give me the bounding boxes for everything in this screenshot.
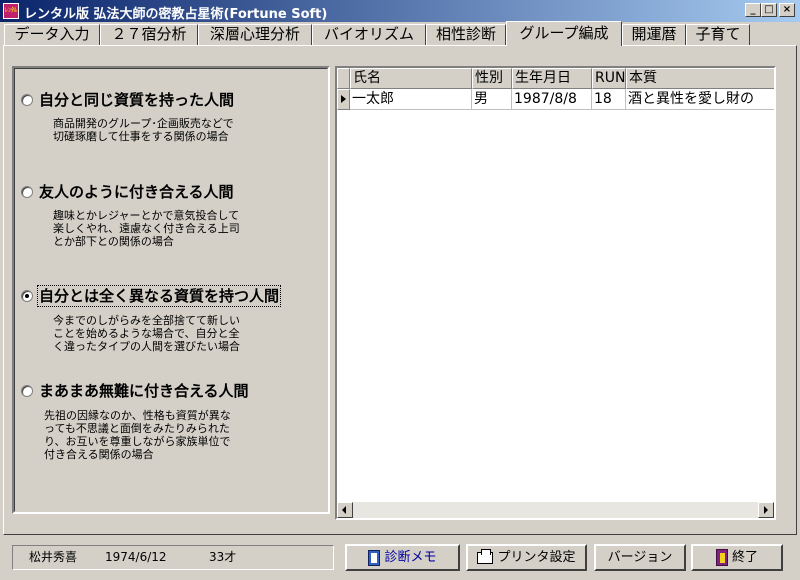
printer-icon	[477, 548, 494, 564]
option-label[interactable]: 友人のように付き合える人間	[38, 182, 235, 202]
option-description: 趣味とかレジャーとかで意気投合して 楽しくやれ、遠慮なく付き合える上司 とか部下…	[53, 209, 240, 248]
current-person-status: 松井秀喜 1974/6/12 33才	[12, 545, 334, 570]
exit-button[interactable]: 終了	[691, 544, 783, 571]
option-description: 今までのしがらみを全部捨てて新しい ことを始めるような場合で、自分と全 く違った…	[53, 314, 240, 353]
radio-same-qualities[interactable]	[21, 94, 33, 106]
scroll-right-arrow-icon[interactable]	[758, 502, 774, 518]
tab-data-input[interactable]: データ入力	[4, 24, 100, 45]
table-cell[interactable]: 一太郎	[350, 89, 472, 110]
column-header-run[interactable]: RUN	[592, 68, 626, 89]
app-icon[interactable]: ﾚﾝﾀﾙ	[3, 3, 19, 19]
column-header-essence[interactable]: 本質	[626, 68, 774, 89]
grid-corner	[337, 68, 350, 89]
scroll-left-arrow-icon[interactable]	[337, 502, 353, 518]
window-title: レンタル版 弘法大師の密教占星術(Fortune Soft)	[24, 7, 328, 22]
memo-icon	[368, 549, 381, 566]
tab-fortune-calendar[interactable]: 開運暦	[622, 24, 686, 45]
tab-biorhythm[interactable]: バイオリズム	[312, 24, 426, 45]
minimize-button[interactable]: _	[745, 3, 761, 17]
version-button[interactable]: バージョン	[594, 544, 686, 571]
option-label[interactable]: まあまあ無難に付き合える人間	[38, 381, 250, 401]
table-cell[interactable]: 1987/8/8	[512, 89, 592, 110]
close-button[interactable]: ×	[779, 3, 795, 17]
current-row-indicator[interactable]	[337, 89, 350, 110]
column-header-name[interactable]: 氏名	[350, 68, 472, 89]
person-age: 33才	[209, 550, 237, 564]
exit-door-icon	[715, 549, 728, 566]
option-description: 商品開発のグループ･企画販売などで 切磋琢磨して仕事をする関係の場合	[53, 117, 234, 143]
tab-group-formation[interactable]: グループ編成	[506, 21, 622, 46]
option-description: 先祖の因縁なのか、性格も資質が異な っても不思議と面倒をみたりみられた り、お互…	[44, 409, 231, 461]
table-cell[interactable]: 18	[592, 89, 626, 110]
column-header-sex[interactable]: 性別	[472, 68, 512, 89]
person-birthdate: 1974/6/12	[105, 550, 167, 564]
printer-settings-button[interactable]: プリンタ設定	[466, 544, 587, 571]
option-label[interactable]: 自分と同じ資質を持った人間	[38, 90, 235, 110]
title-bar[interactable]: ﾚﾝﾀﾙ レンタル版 弘法大師の密教占星術(Fortune Soft) _ □ …	[0, 0, 800, 22]
tab-deep-psychology[interactable]: 深層心理分析	[198, 24, 312, 45]
horizontal-scrollbar[interactable]	[337, 502, 774, 518]
maximize-button[interactable]: □	[761, 3, 777, 17]
tab-compatibility[interactable]: 相性診断	[426, 24, 506, 45]
group-members-grid[interactable]: 氏名 性別 生年月日 RUN 本質 一太郎 男 1987/8/8 18 酒と異性…	[335, 66, 776, 520]
radio-like-friends[interactable]	[21, 186, 33, 198]
column-header-birthdate[interactable]: 生年月日	[512, 68, 592, 89]
table-cell[interactable]: 酒と異性を愛し財の	[626, 89, 774, 110]
tab-child-rearing[interactable]: 子育て	[686, 24, 750, 45]
radio-easy-going[interactable]	[21, 385, 33, 397]
tab-27-shuku-analysis[interactable]: ２７宿分析	[100, 24, 198, 45]
person-name: 松井秀喜	[29, 550, 78, 564]
diagnosis-memo-button[interactable]: 診断メモ	[345, 544, 460, 571]
option-label[interactable]: 自分とは全く異なる資質を持つ人間	[36, 285, 282, 307]
radio-different-qualities[interactable]	[21, 290, 33, 302]
grid-header: 氏名 性別 生年月日 RUN 本質	[337, 68, 774, 89]
table-cell[interactable]: 男	[472, 89, 512, 110]
